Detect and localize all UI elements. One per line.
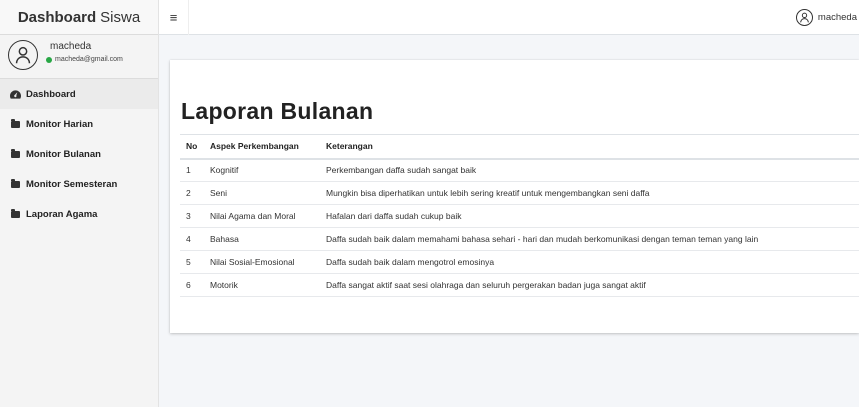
report-card: Laporan Bulanan No Aspek Perkembangan Ke…: [170, 60, 859, 333]
cell-keterangan: Daffa sudah baik dalam memahami bahasa s…: [320, 227, 859, 251]
table-row: 3 Nilai Agama dan Moral Hafalan dari daf…: [180, 204, 859, 228]
sidebar-item-label: Dashboard: [26, 88, 76, 100]
folder-icon: [10, 178, 21, 188]
top-navbar: ≡ macheda: [159, 0, 859, 35]
table-row: 4 Bahasa Daffa sudah baik dalam memahami…: [180, 227, 859, 251]
column-header-no: No: [180, 134, 204, 160]
sidebar-item-laporan-agama[interactable]: Laporan Agama: [0, 199, 158, 229]
user-avatar-icon[interactable]: [8, 40, 38, 70]
sidebar-item-label: Laporan Agama: [26, 208, 98, 220]
sidebar-item-monitor-harian[interactable]: Monitor Harian: [0, 109, 158, 139]
page-title: Laporan Bulanan: [181, 98, 374, 124]
user-name[interactable]: macheda: [50, 41, 123, 52]
brand-logo[interactable]: Dashboard Siswa: [0, 0, 158, 35]
cell-aspek: Nilai Sosial-Emosional: [204, 250, 320, 274]
sidebar-nav: Dashboard Monitor Harian Monitor Bulanan…: [0, 79, 158, 229]
user-menu[interactable]: macheda: [795, 0, 859, 35]
sidebar-item-monitor-semesteran[interactable]: Monitor Semesteran: [0, 169, 158, 199]
cell-keterangan: Daffa sudah baik dalam mengotrol emosiny…: [320, 250, 859, 274]
user-email: macheda@gmail.com: [46, 56, 123, 63]
cell-no: 1: [180, 158, 204, 182]
report-table: No Aspek Perkembangan Keterangan 1 Kogni…: [180, 134, 859, 297]
cell-keterangan: Daffa sangat aktif saat sesi olahraga da…: [320, 273, 859, 297]
cell-aspek: Seni: [204, 181, 320, 205]
cell-keterangan: Hafalan dari daffa sudah cukup baik: [320, 204, 859, 228]
folder-icon: [10, 208, 21, 218]
folder-icon: [10, 148, 21, 158]
sidebar-item-dashboard[interactable]: Dashboard: [0, 79, 158, 109]
brand-bold: Dashboard: [17, 8, 97, 26]
table-row: 2 Seni Mungkin bisa diperhatikan untuk l…: [180, 181, 859, 205]
cell-aspek: Nilai Agama dan Moral: [204, 204, 320, 228]
cell-no: 4: [180, 227, 204, 251]
user-avatar-icon[interactable]: [795, 9, 813, 26]
sidebar-item-label: Monitor Harian: [26, 118, 94, 130]
sidebar-item-monitor-bulanan[interactable]: Monitor Bulanan: [0, 139, 158, 169]
table-header-row: No Aspek Perkembangan Keterangan: [180, 134, 859, 160]
hamburger-icon: ≡: [169, 9, 178, 25]
user-panel: macheda macheda@gmail.com: [0, 35, 158, 79]
brand-rest: Siswa: [100, 8, 141, 26]
sidebar-item-label: Monitor Semesteran: [26, 178, 118, 190]
online-dot-icon: [46, 56, 52, 63]
menu-toggle-button[interactable]: ≡: [159, 0, 189, 35]
top-username[interactable]: macheda: [818, 12, 857, 23]
column-header-keterangan: Keterangan: [320, 134, 859, 160]
table-row: 6 Motorik Daffa sangat aktif saat sesi o…: [180, 273, 859, 297]
table-row: 5 Nilai Sosial-Emosional Daffa sudah bai…: [180, 250, 859, 274]
cell-aspek: Motorik: [204, 273, 320, 297]
table-row: 1 Kognitif Perkembangan daffa sudah sang…: [180, 158, 859, 182]
cell-keterangan: Perkembangan daffa sudah sangat baik: [320, 158, 859, 182]
cell-no: 3: [180, 204, 204, 228]
folder-icon: [10, 118, 21, 128]
sidebar: Dashboard Siswa macheda macheda@gmail.co…: [0, 0, 159, 407]
cell-no: 5: [180, 250, 204, 274]
cell-aspek: Kognitif: [204, 158, 320, 182]
cell-keterangan: Mungkin bisa diperhatikan untuk lebih se…: [320, 181, 859, 205]
gauge-icon: [10, 89, 21, 99]
cell-no: 6: [180, 273, 204, 297]
cell-aspek: Bahasa: [204, 227, 320, 251]
column-header-aspek: Aspek Perkembangan: [204, 134, 320, 160]
user-email-text: macheda@gmail.com: [55, 56, 123, 63]
cell-no: 2: [180, 181, 204, 205]
sidebar-item-label: Monitor Bulanan: [26, 148, 101, 160]
